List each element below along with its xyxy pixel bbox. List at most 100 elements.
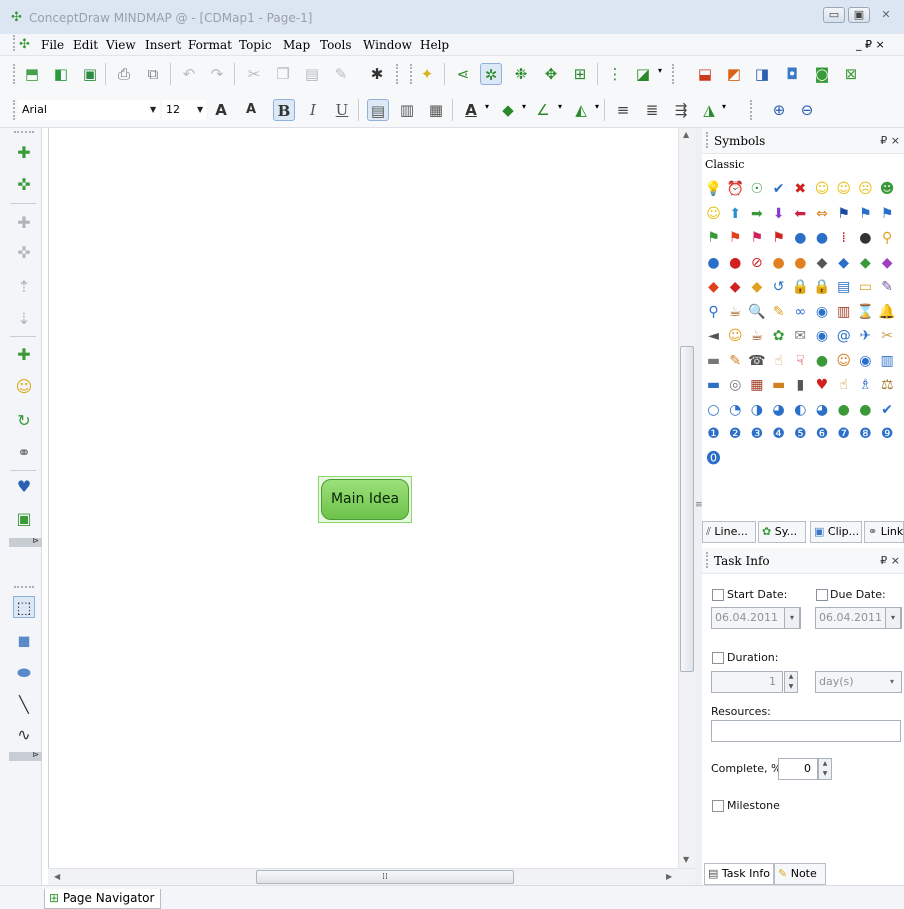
symbol-icon[interactable]: ✎ <box>769 303 788 322</box>
export-powerpoint-icon[interactable]: ◩ <box>723 63 745 85</box>
symbol-icon[interactable]: 💡 <box>704 180 723 199</box>
symbol-icon[interactable]: 🔒 <box>813 278 832 297</box>
symbol-icon[interactable]: ◆ <box>856 254 875 273</box>
topic-shape-icon[interactable]: ◮ <box>698 99 720 121</box>
symbol-icon[interactable]: 🔔 <box>878 303 897 322</box>
symbol-icon[interactable]: ● <box>834 401 853 420</box>
symbol-library-name[interactable]: Classic <box>705 158 744 171</box>
line-color-icon[interactable]: ∠ <box>532 99 554 121</box>
symbol-icon[interactable]: ⚑ <box>726 229 745 248</box>
symbol-icon[interactable]: 🔍 <box>747 303 766 322</box>
symbol-icon[interactable]: ⬅ <box>791 205 810 224</box>
symbol-icon[interactable]: ◉ <box>856 352 875 371</box>
symbol-icon[interactable]: ⇔ <box>813 205 832 224</box>
vertical-scrollbar[interactable]: ▲ ▼ <box>678 128 695 868</box>
toolbar-grip[interactable] <box>13 64 16 84</box>
export-excel-icon[interactable]: ⊠ <box>840 63 862 85</box>
menu-format[interactable]: Format <box>188 38 232 52</box>
tab-clipart[interactable]: ▣ Clip... <box>810 521 862 543</box>
symbol-icon[interactable]: ⬇ <box>769 205 788 224</box>
scroll-up-icon[interactable]: ▲ <box>683 130 689 139</box>
panel-splitter[interactable]: ≡ <box>695 128 703 885</box>
add-symbol-icon[interactable]: ♥ <box>13 476 35 498</box>
symbol-icon[interactable]: ❸ <box>747 425 766 444</box>
document-icon[interactable]: ✣ <box>19 37 30 52</box>
toolbar-grip[interactable] <box>396 64 399 84</box>
symbol-icon[interactable]: ▥ <box>834 303 853 322</box>
panel-grip[interactable] <box>706 552 709 568</box>
line-ending-icon[interactable]: ⇶ <box>670 99 692 121</box>
toolbar-grip[interactable] <box>672 64 675 84</box>
mdi-window-controls[interactable]: _ ₽ × <box>856 38 885 51</box>
symbol-icon[interactable]: ◆ <box>878 254 897 273</box>
symbol-icon[interactable]: ⚑ <box>856 205 875 224</box>
export-word-icon[interactable]: ◨ <box>751 63 773 85</box>
align-center-icon[interactable]: ▥ <box>396 99 418 121</box>
symbol-icon[interactable]: @ <box>834 327 853 346</box>
symbol-icon[interactable]: ⚖ <box>878 376 897 395</box>
shadow-dropdown-icon[interactable]: ▾ <box>595 102 599 111</box>
symbol-icon[interactable]: ☕ <box>726 303 745 322</box>
line-color-dropdown-icon[interactable]: ▾ <box>558 102 562 111</box>
symbol-icon[interactable]: ▮ <box>791 376 810 395</box>
symbol-icon[interactable]: ✔ <box>769 180 788 199</box>
toolbar-grip[interactable] <box>750 100 753 120</box>
print-preview-icon[interactable]: ⧉ <box>142 63 164 85</box>
symbol-icon[interactable]: ◆ <box>813 254 832 273</box>
symbol-icon[interactable]: ✎ <box>726 352 745 371</box>
symbol-icon[interactable]: ● <box>769 254 788 273</box>
symbol-icon[interactable]: ● <box>704 254 723 273</box>
symbol-icon[interactable]: ▬ <box>704 352 723 371</box>
italic-button[interactable]: I <box>302 99 324 121</box>
add-relationship-icon[interactable]: ✜ <box>13 242 35 264</box>
milestone-checkbox[interactable] <box>712 800 724 812</box>
menubar-grip[interactable] <box>13 35 16 51</box>
symbol-icon[interactable]: ⚑ <box>769 229 788 248</box>
symbol-icon[interactable]: ✔ <box>878 401 897 420</box>
symbol-icon[interactable]: ◑ <box>747 401 766 420</box>
symbol-icon[interactable]: ◐ <box>791 401 810 420</box>
font-family-select[interactable]: Arial <box>18 100 160 120</box>
symbol-icon[interactable]: ∞ <box>791 303 810 322</box>
print-icon[interactable]: ⎙ <box>113 63 135 85</box>
symbol-icon[interactable]: ◆ <box>726 278 745 297</box>
symbol-icon[interactable]: 🔒 <box>791 278 810 297</box>
text-color-icon[interactable]: A <box>460 99 482 121</box>
menu-file[interactable]: File <box>41 38 64 52</box>
export-project-icon[interactable]: ◙ <box>811 63 833 85</box>
symbol-icon[interactable]: ❽ <box>856 425 875 444</box>
symbol-icon[interactable]: ⚑ <box>834 205 853 224</box>
symbol-icon[interactable]: ◆ <box>704 278 723 297</box>
underline-button[interactable]: U <box>331 99 353 121</box>
page-navigator-tab[interactable]: ⊞ Page Navigator <box>44 889 162 909</box>
symbol-icon[interactable]: ⚑ <box>878 205 897 224</box>
symbol-icon[interactable]: ☺ <box>726 327 745 346</box>
task-info-panel-pin-close[interactable]: ₽ × <box>880 554 900 567</box>
tab-link[interactable]: ⚭ Link <box>864 521 904 543</box>
maximize-button[interactable]: ▣ <box>848 7 870 23</box>
symbol-icon[interactable]: ☎ <box>747 352 766 371</box>
symbol-icon[interactable]: ❻ <box>813 425 832 444</box>
zoom-in-icon[interactable]: ⊕ <box>768 99 790 121</box>
spell-check-icon[interactable]: ✱ <box>366 63 388 85</box>
symbol-icon[interactable]: ◉ <box>813 303 832 322</box>
symbol-icon[interactable]: ☻ <box>878 180 897 199</box>
duration-unit-select[interactable]: day(s) <box>815 671 902 693</box>
minimize-button[interactable]: ▭ <box>823 7 845 23</box>
symbol-icon[interactable]: ◉ <box>813 327 832 346</box>
menu-tools[interactable]: Tools <box>320 38 352 52</box>
symbol-icon[interactable]: ☺ <box>834 352 853 371</box>
symbol-icon[interactable]: ⚑ <box>704 229 723 248</box>
shadow-icon[interactable]: ◭ <box>570 99 592 121</box>
toolbar-grip[interactable] <box>14 586 34 589</box>
ellipse-tool-icon[interactable]: ⬬ <box>13 662 35 684</box>
menu-view[interactable]: View <box>106 38 136 52</box>
brainstorm-icon[interactable]: ✦ <box>416 63 438 85</box>
due-date-checkbox[interactable] <box>816 589 828 601</box>
add-floating-topic-icon[interactable]: ✚ <box>13 344 35 366</box>
symbol-icon[interactable]: ● <box>813 352 832 371</box>
symbol-icon[interactable]: ♗ <box>856 376 875 395</box>
complete-percent-input[interactable]: 0 <box>778 758 818 780</box>
symbol-icon[interactable]: ● <box>813 229 832 248</box>
complete-spinner[interactable]: ▲ ▼ <box>818 758 832 780</box>
